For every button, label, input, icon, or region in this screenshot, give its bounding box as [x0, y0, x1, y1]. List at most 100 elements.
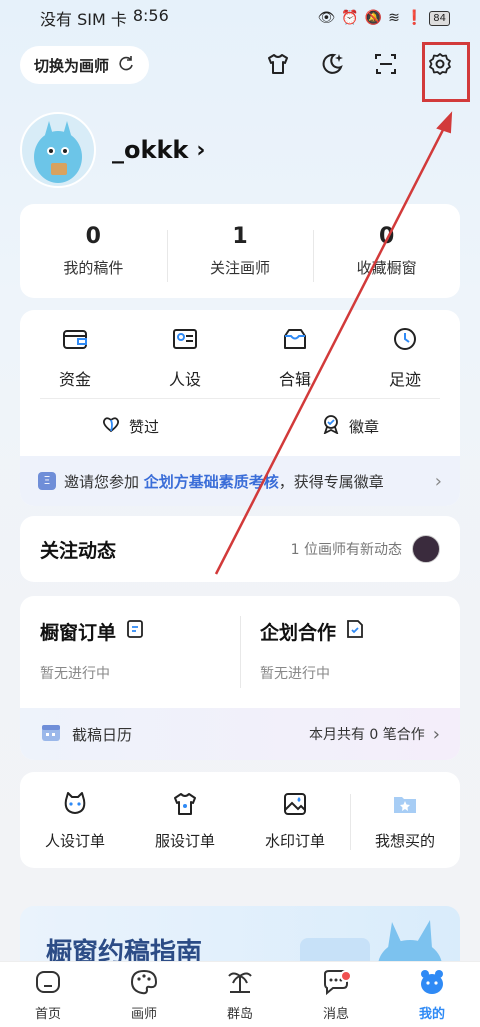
scan-icon[interactable]	[366, 44, 406, 84]
stat-my-works[interactable]: 0 我的稿件	[20, 224, 167, 278]
cat-face-icon	[61, 790, 89, 822]
top-bar: 切换为画师	[20, 44, 460, 88]
calendar-label: 截稿日历	[72, 725, 133, 744]
shirt-icon	[171, 790, 199, 822]
switch-role-label: 切换为画师	[34, 56, 110, 75]
island-icon	[225, 968, 255, 1000]
shortcut-badges[interactable]: 徽章	[240, 414, 460, 438]
avatar[interactable]	[20, 112, 96, 188]
orders-card: 橱窗订单 暂无进行中 企划合作 暂无进行中 截稿日历 本月共有 0 笔合作 ›	[20, 596, 460, 760]
deadline-calendar[interactable]: 截稿日历 本月共有 0 笔合作 ›	[20, 708, 460, 760]
stat-label: 我的稿件	[63, 259, 124, 277]
tab-home[interactable]: 首页	[0, 962, 96, 1027]
refresh-icon	[117, 54, 135, 76]
order-status: 暂无进行中	[40, 666, 110, 682]
order-type-label: 水印订单	[264, 831, 325, 850]
stat-label: 关注画师	[210, 259, 271, 277]
profile-header[interactable]: _okkk ›	[20, 112, 205, 188]
stat-value: 0	[85, 224, 101, 249]
follow-updates-card[interactable]: 关注动态 1 位画师有新动态	[20, 516, 460, 582]
watermark-orders[interactable]: 水印订单	[240, 790, 350, 851]
box-icon	[281, 326, 309, 356]
carrier-text: 没有 SIM 卡	[40, 10, 127, 29]
order-status: 暂无进行中	[260, 666, 330, 682]
shortcut-liked[interactable]: 赞过	[20, 414, 240, 438]
username-text: _okkk	[112, 136, 189, 164]
shortcut-label: 徽章	[348, 417, 379, 436]
id-card-icon	[171, 326, 199, 356]
settings-highlight-box	[422, 42, 470, 102]
palette-icon	[129, 968, 159, 1000]
costume-orders[interactable]: 服设订单	[130, 790, 240, 851]
wishlist[interactable]: 我想买的	[350, 790, 460, 851]
stat-followed-artists[interactable]: 1 关注画师	[166, 224, 314, 282]
home-icon	[33, 968, 63, 1000]
stat-saved-showcases[interactable]: 0 收藏橱窗	[313, 224, 460, 282]
tab-artists[interactable]: 画师	[96, 962, 192, 1027]
mute-icon: 🔕	[364, 10, 383, 26]
night-mode-icon[interactable]	[312, 44, 352, 84]
stat-value: 1	[232, 224, 248, 249]
follow-note: 1 位画师有新动态	[290, 542, 402, 558]
invite-text: 邀请您参加 企划方基础素质考核，获得专属徽章	[64, 471, 384, 492]
status-bar: 没有 SIM 卡 8:56 👁 ⏰ 🔕 ≋ ❗ 84	[0, 0, 480, 36]
showcase-orders[interactable]: 橱窗订单 暂无进行中	[20, 596, 240, 708]
tab-label: 首页	[34, 1006, 61, 1022]
order-types-card: 人设订单 服设订单 水印订单 我想买的	[20, 772, 460, 868]
tab-label: 画师	[130, 1006, 157, 1022]
alert-icon: ❗	[405, 10, 424, 26]
wifi-icon: ≋	[388, 10, 400, 26]
shortcut-funds[interactable]: 资金	[20, 326, 130, 394]
shortcut-history[interactable]: 足迹	[350, 326, 460, 394]
image-icon	[281, 790, 309, 822]
shortcut-collection[interactable]: 合辑	[240, 326, 350, 394]
tab-messages[interactable]: 消息	[288, 962, 384, 1027]
shortcut-label: 赞过	[128, 417, 159, 436]
order-title: 企划合作	[260, 622, 337, 644]
shortcut-label: 人设	[168, 370, 201, 389]
order-title: 橱窗订单	[40, 622, 117, 644]
check-document-icon	[346, 619, 364, 644]
tab-islands[interactable]: 群岛	[192, 962, 288, 1027]
shortcut-label: 足迹	[388, 370, 421, 389]
divider	[40, 398, 440, 399]
tab-label: 群岛	[226, 1006, 253, 1022]
bottom-tab-bar: 首页 画师 群岛 消息 我的	[0, 961, 480, 1027]
clock-text: 8:56	[132, 6, 169, 25]
invite-prefix: 邀请您参加	[64, 472, 144, 491]
order-type-label: 服设订单	[154, 831, 215, 850]
exam-icon: Ξ	[38, 472, 56, 490]
calendar-icon	[40, 721, 62, 747]
stat-label: 收藏橱窗	[356, 259, 417, 277]
tab-mine[interactable]: 我的	[384, 962, 480, 1027]
invite-banner[interactable]: Ξ 邀请您参加 企划方基础素质考核，获得专属徽章 ›	[20, 456, 460, 506]
project-cooperation[interactable]: 企划合作 暂无进行中	[240, 596, 460, 708]
shortcut-label: 合辑	[278, 370, 311, 389]
order-type-label: 人设订单	[44, 831, 105, 850]
username[interactable]: _okkk ›	[112, 136, 205, 164]
switch-role-button[interactable]: 切换为画师	[20, 46, 150, 84]
alarm-icon: ⏰	[341, 10, 359, 26]
persona-orders[interactable]: 人设订单	[20, 790, 130, 851]
wallet-icon	[61, 326, 89, 356]
stat-value: 0	[379, 224, 395, 249]
chevron-right-icon: ›	[432, 723, 440, 745]
bear-icon	[417, 968, 447, 1000]
chevron-right-icon: ›	[196, 137, 206, 163]
follow-title: 关注动态	[40, 539, 117, 562]
tab-label: 我的	[418, 1006, 445, 1022]
shortcuts-card: 资金 人设 合辑 足迹 赞过 徽章 Ξ 邀请您参加 企划方基础素质考核，获得专属…	[20, 310, 460, 506]
battery-icon: 84	[429, 10, 450, 26]
shortcut-label: 资金	[58, 370, 91, 389]
shortcut-persona[interactable]: 人设	[130, 326, 240, 394]
invite-highlight: 企划方基础素质考核	[143, 472, 279, 491]
unread-dot	[339, 970, 352, 982]
tab-label: 消息	[322, 1006, 349, 1022]
chevron-right-icon: ›	[434, 470, 442, 492]
order-type-label: 我想买的	[374, 831, 435, 850]
eye-icon: 👁	[317, 10, 336, 26]
artist-avatar	[412, 535, 440, 563]
heart-icon	[101, 414, 121, 438]
tshirt-icon[interactable]	[258, 44, 298, 84]
star-folder-icon	[391, 790, 419, 822]
